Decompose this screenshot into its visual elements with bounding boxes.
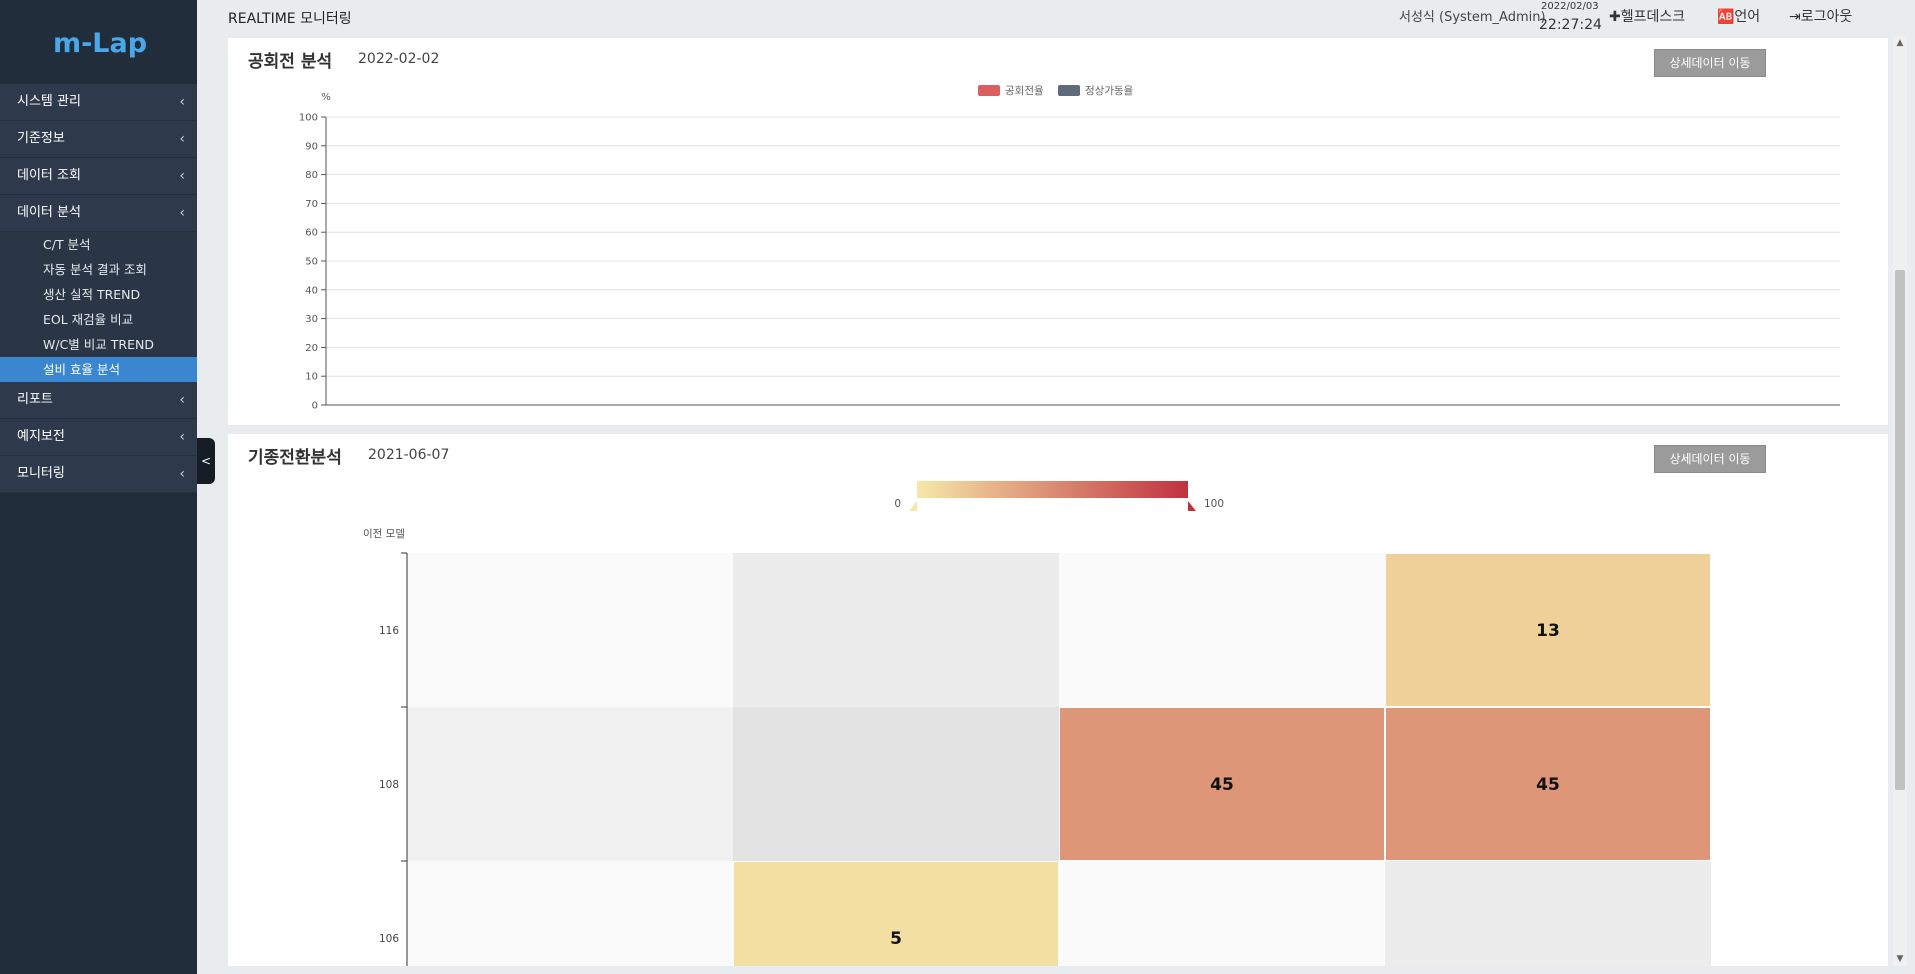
heatmap-cell-value: 45 — [1536, 775, 1560, 795]
y-category-label: 106 — [379, 933, 399, 945]
y-tick-label: 60 — [305, 228, 318, 239]
logo-text: m-Lap — [53, 28, 147, 59]
sidebar-item-label: 예지보전 — [17, 429, 65, 444]
idle-analysis-panel: 공회전 분석 2022-02-02 상세데이터 이동 % 0 10 20 30 40 50 6… — [228, 38, 1888, 425]
language-link[interactable]: 🆎언어 — [1717, 6, 1760, 26]
scrollbar[interactable]: ▲ ▼ — [1893, 36, 1907, 966]
chevron-left-icon: ‹ — [179, 466, 185, 482]
sidebar-item-system[interactable]: 시스템 관리 ‹ — [0, 84, 197, 121]
y-tick-label: 20 — [305, 343, 318, 354]
legend-label: 정상가동율 — [1085, 85, 1134, 97]
topbar: REALTIME 모니터링 서성식 (System_Admin) 2022/02… — [197, 0, 1915, 36]
sidebar-item-report[interactable]: 리포트 ‹ — [0, 382, 197, 419]
sidebar-subitem-eol[interactable]: EOL 재검율 비교 — [0, 307, 197, 332]
color-scale-bar — [917, 481, 1188, 498]
current-date: 2022/02/03 — [1541, 1, 1599, 12]
heatmap-empty-cell — [733, 707, 1059, 861]
sidebar-collapse-button[interactable]: < — [197, 438, 215, 484]
sidebar-item-query[interactable]: 데이터 조회 ‹ — [0, 158, 197, 195]
scale-max-label: 100 — [1204, 498, 1224, 510]
sidebar-item-maintenance[interactable]: 예지보전 ‹ — [0, 419, 197, 456]
y-axis-unit: % — [321, 92, 331, 103]
heatmap-cell-value: 45 — [1210, 775, 1234, 795]
sidebar-item-label: 데이터 분석 — [17, 205, 81, 220]
user-info: 서성식 (System_Admin) — [1399, 10, 1546, 25]
heatmap-empty-cell — [1385, 861, 1711, 966]
chevron-left-icon: ‹ — [179, 94, 185, 110]
sidebar-menu: 시스템 관리 ‹ 기준정보 ‹ 데이터 조회 ‹ 데이터 분석 ‹ C/T 분석 자동 … — [0, 84, 197, 493]
scroll-down-icon[interactable]: ▼ — [1893, 952, 1907, 966]
heatmap-empty-cell — [407, 707, 733, 861]
heatmap-empty-cell — [407, 553, 733, 707]
y-tick-label: 50 — [305, 257, 318, 268]
y-tick-label: 80 — [305, 170, 318, 181]
scale-min-label: 0 — [894, 498, 901, 510]
app-logo[interactable]: m-Lap — [0, 0, 197, 84]
sidebar: m-Lap 시스템 관리 ‹ 기준정보 ‹ 데이터 조회 ‹ 데이터 분석 ‹ C/T … — [0, 0, 197, 974]
model-change-heatmap: 0 100 이전 모델 13 45 45 5 116 108 106 — [363, 481, 1711, 966]
chevron-down-icon: ‹ — [179, 205, 185, 221]
y-tick-label: 40 — [305, 285, 318, 296]
scale-max-handle — [1188, 501, 1196, 511]
heatmap-empty-cell — [407, 861, 733, 966]
page-title: REALTIME 모니터링 — [228, 11, 352, 27]
legend-label: 공회전율 — [1005, 85, 1044, 97]
legend-swatch — [978, 85, 1000, 96]
model-change-panel: 기종전환분석 2021-06-07 상세데이터 이동 0 100 이전 모델 13 45… — [228, 434, 1888, 966]
sidebar-item-analysis[interactable]: 데이터 분석 ‹ — [0, 195, 197, 232]
y-tick-label: 30 — [305, 314, 318, 325]
idle-chart: % 0 10 20 30 40 50 60 70 80 90 100 공회전율 정상가동율 — [299, 85, 1840, 412]
legend-swatch — [1058, 85, 1080, 96]
logo-image: m-Lap — [53, 28, 147, 59]
sidebar-item-label: 시스템 관리 — [17, 94, 81, 109]
heatmap-cell — [733, 861, 1059, 966]
chevron-left-icon: ‹ — [179, 392, 185, 408]
sidebar-item-master[interactable]: 기준정보 ‹ — [0, 121, 197, 158]
heatmap-cell-value: 5 — [890, 929, 902, 949]
heatmap-empty-cell — [1059, 861, 1385, 966]
heatmap-cell-value: 13 — [1536, 621, 1560, 641]
y-tick-label: 10 — [305, 372, 318, 383]
sidebar-subitem-efficiency[interactable]: 설비 효율 분석 — [0, 357, 197, 382]
scroll-up-icon[interactable]: ▲ — [1893, 36, 1907, 50]
analysis-submenu: C/T 분석 자동 분석 결과 조회 생산 실적 TREND EOL 재검율 비… — [0, 232, 197, 382]
scroll-thumb[interactable] — [1895, 270, 1905, 790]
scale-min-handle — [909, 501, 917, 511]
chevron-left-icon: ‹ — [179, 131, 185, 147]
y-tick-label: 70 — [305, 199, 318, 210]
sidebar-subitem-wc[interactable]: W/C별 비교 TREND — [0, 332, 197, 357]
sidebar-subitem-auto[interactable]: 자동 분석 결과 조회 — [0, 257, 197, 282]
sidebar-item-label: 리포트 — [17, 392, 53, 407]
chevron-left-icon: ‹ — [179, 168, 185, 184]
sidebar-item-label: 데이터 조회 — [17, 168, 81, 183]
y-category-label: 108 — [379, 779, 399, 791]
y-axis-label: 이전 모델 — [363, 528, 405, 540]
current-time: 22:27:24 — [1539, 17, 1602, 33]
y-tick-label: 0 — [312, 401, 318, 412]
sidebar-subitem-trend[interactable]: 생산 실적 TREND — [0, 282, 197, 307]
sidebar-item-monitoring[interactable]: 모니터링 ‹ — [0, 456, 197, 493]
heatmap-empty-cell — [1059, 553, 1385, 707]
logout-link[interactable]: ⇥로그아웃 — [1789, 6, 1852, 26]
y-category-label: 116 — [379, 625, 399, 637]
y-tick-label: 100 — [299, 113, 318, 124]
sidebar-subitem-ct[interactable]: C/T 분석 — [0, 232, 197, 257]
chevron-left-icon: ‹ — [179, 429, 185, 445]
helpdesk-link[interactable]: ✚헬프데스크 — [1609, 6, 1685, 26]
y-tick-label: 90 — [305, 141, 318, 152]
sidebar-item-label: 모니터링 — [17, 466, 65, 481]
heatmap-empty-cell — [733, 553, 1059, 707]
sidebar-item-label: 기준정보 — [17, 131, 65, 146]
